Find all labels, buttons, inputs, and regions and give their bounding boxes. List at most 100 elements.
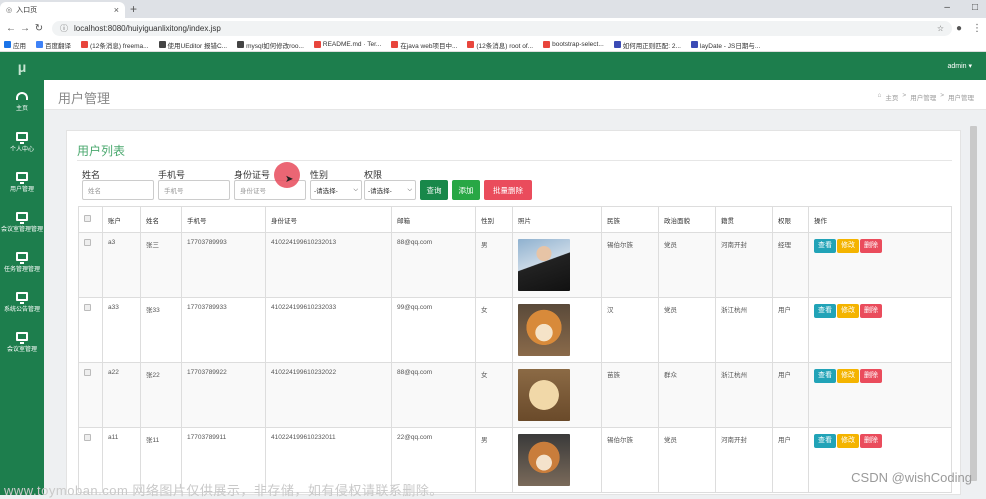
menu-icon[interactable]: ⋮ bbox=[972, 23, 982, 34]
browser-toolbar: ← → ↻ ⓘ localhost:8080/huiyiguanlixitong… bbox=[0, 18, 986, 38]
edit-button[interactable]: 修改 bbox=[837, 239, 859, 253]
bookmark-item[interactable]: (12条消息) freema... bbox=[81, 40, 149, 50]
view-button[interactable]: 查看 bbox=[814, 434, 836, 448]
breadcrumb-home[interactable]: 主页 bbox=[885, 92, 898, 102]
bookmark-item[interactable]: bootstrap-select... bbox=[543, 41, 604, 48]
bookmark-favicon-icon bbox=[158, 41, 166, 48]
phone-filter-input[interactable]: 手机号 bbox=[158, 180, 230, 200]
col-header: 籍贯 bbox=[715, 206, 773, 233]
delete-button[interactable]: 删除 bbox=[860, 434, 882, 448]
bookmark-favicon-icon bbox=[237, 41, 245, 48]
bookmark-item[interactable]: 百度翻译 bbox=[36, 40, 71, 50]
cell-idcard: 410224199610232022 bbox=[265, 362, 392, 428]
minimize-icon[interactable]: – bbox=[944, 2, 950, 13]
user-photo bbox=[518, 239, 570, 291]
gender-select[interactable]: -请选择- ⌵ bbox=[310, 180, 362, 200]
cell-phone: 17703789933 bbox=[181, 297, 266, 363]
bookmark-favicon-icon bbox=[4, 41, 11, 48]
address-bar[interactable]: ⓘ localhost:8080/huiyiguanlixitong/index… bbox=[52, 20, 952, 36]
bookmark-item[interactable]: mysql如何修改roo... bbox=[237, 40, 304, 50]
sidebar-item-5[interactable]: 系统公告管理 bbox=[0, 282, 44, 322]
cell-name: 张三 bbox=[140, 232, 182, 298]
watermark-right: CSDN @wishCoding bbox=[851, 470, 972, 485]
tab-close-icon[interactable]: × bbox=[114, 5, 119, 15]
bookmark-item[interactable]: 应用 bbox=[4, 40, 26, 50]
bookmark-item[interactable]: README.md · Ter... bbox=[313, 41, 381, 48]
col-header: 身份证号 bbox=[265, 206, 392, 233]
delete-button[interactable]: 删除 bbox=[860, 369, 882, 383]
view-button[interactable]: 查看 bbox=[814, 239, 836, 253]
home-icon: ⌂ bbox=[877, 92, 882, 99]
bookmark-item[interactable]: (12条消息) root of... bbox=[467, 40, 533, 50]
bookmark-item[interactable]: 使用UEditor 报错C... bbox=[158, 40, 227, 50]
delete-button[interactable]: 删除 bbox=[860, 239, 882, 253]
edit-button[interactable]: 修改 bbox=[837, 434, 859, 448]
window-controls: – □ bbox=[944, 2, 978, 13]
browser-tab[interactable]: ◎ 入口页 × bbox=[0, 2, 125, 18]
breadcrumb-user-mgmt[interactable]: 用户管理 bbox=[910, 92, 936, 102]
col-header: 操作 bbox=[808, 206, 952, 233]
sidebar-item-3[interactable]: 会议室管理管理 bbox=[0, 202, 44, 242]
back-icon[interactable]: ← bbox=[4, 23, 18, 34]
reload-icon[interactable]: ↻ bbox=[32, 23, 46, 34]
profile-icon[interactable]: ● bbox=[956, 23, 962, 34]
scrollbar-thumb[interactable] bbox=[970, 126, 977, 481]
cell-email: 88@qq.com bbox=[391, 232, 476, 298]
page-title: 用户管理 bbox=[58, 91, 111, 106]
bookmark-favicon-icon bbox=[36, 41, 43, 48]
sidebar-item-label: 主页 bbox=[15, 106, 28, 112]
name-filter-input[interactable]: 姓名 bbox=[82, 180, 154, 200]
cell-political: 党员 bbox=[658, 427, 716, 493]
cell-account: a3 bbox=[102, 232, 141, 298]
cell-ethnic: 锡伯尔族 bbox=[601, 427, 659, 493]
bookmark-favicon-icon bbox=[690, 41, 698, 48]
bookmark-item[interactable]: layDate - JS日期与... bbox=[690, 40, 760, 50]
tab-favicon-icon: ◎ bbox=[6, 7, 13, 14]
sidebar-item-4[interactable]: 任务管理管理 bbox=[0, 242, 44, 282]
sidebar-item-0[interactable]: 主页 bbox=[0, 82, 44, 122]
perm-select[interactable]: -请选择- ⌵ bbox=[364, 180, 416, 200]
cell-perm: 用户 bbox=[772, 297, 809, 363]
view-button[interactable]: 查看 bbox=[814, 369, 836, 383]
select-all-checkbox[interactable] bbox=[78, 206, 103, 233]
cell-political: 党员 bbox=[658, 297, 716, 363]
sidebar-item-1[interactable]: 个人中心 bbox=[0, 122, 44, 162]
sidebar-item-2[interactable]: 用户管理 bbox=[0, 162, 44, 202]
divider bbox=[77, 160, 952, 161]
star-icon[interactable]: ☆ bbox=[937, 24, 944, 33]
delete-button[interactable]: 删除 bbox=[860, 304, 882, 318]
cell-ethnic: 锡伯尔族 bbox=[601, 232, 659, 298]
cell-photo bbox=[512, 297, 602, 363]
forward-icon[interactable]: → bbox=[18, 23, 32, 34]
row-checkbox[interactable] bbox=[78, 232, 103, 298]
edit-button[interactable]: 修改 bbox=[837, 304, 859, 318]
monitor-icon bbox=[16, 171, 28, 184]
table-row: a33 张33 17703789933 410224199610232033 99@qq… bbox=[78, 297, 952, 363]
bookmark-favicon-icon bbox=[467, 41, 475, 48]
admin-menu[interactable]: admin ▾ bbox=[947, 62, 972, 70]
view-button[interactable]: 查看 bbox=[814, 304, 836, 318]
new-tab-button[interactable]: + bbox=[130, 2, 137, 16]
sidebar-item-label: 系统公告管理 bbox=[3, 306, 40, 313]
mouse-pointer-icon: ➤ bbox=[285, 174, 294, 185]
bookmark-item[interactable]: 在java web项目中... bbox=[391, 40, 457, 50]
maximize-icon[interactable]: □ bbox=[972, 2, 978, 13]
col-header: 姓名 bbox=[140, 206, 182, 233]
edit-button[interactable]: 修改 bbox=[837, 369, 859, 383]
cell-origin: 河南开封 bbox=[715, 427, 773, 493]
cell-phone: 17703789993 bbox=[181, 232, 266, 298]
row-checkbox[interactable] bbox=[78, 297, 103, 363]
row-checkbox[interactable] bbox=[78, 362, 103, 428]
top-bar: admin ▾ bbox=[44, 52, 986, 80]
search-button[interactable]: 查询 bbox=[420, 180, 448, 200]
dashboard-icon bbox=[16, 92, 28, 100]
bookmark-item[interactable]: 如何用正则匹配: 2... bbox=[613, 40, 681, 50]
batch-delete-button[interactable]: 批量删除 bbox=[484, 180, 532, 200]
add-button[interactable]: 添加 bbox=[452, 180, 480, 200]
col-header: 手机号 bbox=[181, 206, 266, 233]
watermark-left: www.toymoban.com 网络图片仅供展示，非存储，如有侵权请联系删除。 bbox=[4, 483, 443, 498]
cell-photo bbox=[512, 427, 602, 493]
bookmark-favicon-icon bbox=[543, 41, 551, 48]
sidebar-item-6[interactable]: 会议室管理 bbox=[0, 322, 44, 362]
cell-name: 张33 bbox=[140, 297, 182, 363]
